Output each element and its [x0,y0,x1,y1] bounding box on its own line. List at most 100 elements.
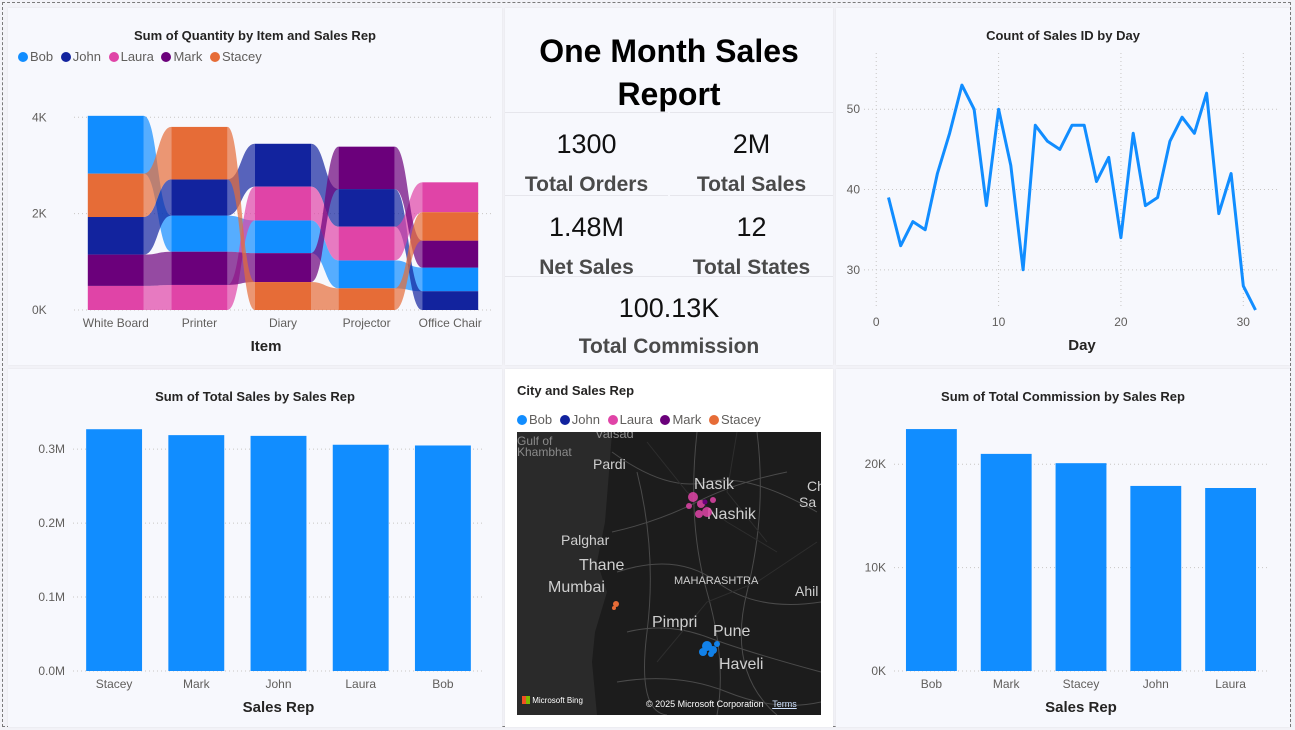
bar-bob [414,445,471,671]
map-terms-link[interactable]: Terms [772,699,797,709]
bar-segment-stacey [422,212,479,241]
bar-john [1130,485,1182,671]
map-copyright: © 2025 Microsoft Corporation Terms [646,699,797,709]
sales-bar-chart-tile[interactable]: Sum of Total Sales by Sales Rep 0.0M 0.1M… [8,369,502,727]
x-tick-label: John [265,677,291,691]
commission-bar-chart-plot: 0K 10K 20K Bob Mark Stacey John Laura Sales Rep [865,429,1268,716]
series-line-count-of-sales-id [887,83,1257,311]
x-tick-label: Laura [345,677,376,691]
total-commission-label: Total Commission [578,335,760,358]
bing-logo-icon [522,696,530,704]
card-total-states[interactable]: 12 Total States [670,195,833,287]
map-bubble-mumbai [612,601,619,610]
card-total-commission[interactable]: 100.13K Total Commission [505,276,833,365]
map-data-points [612,492,720,657]
bar-segment-john [338,189,395,227]
map-canvas[interactable]: Valsad Gulf of Khambhat Pardi Nasik Nash… [517,432,821,715]
y-tick-label: 20K [865,457,886,471]
ribbon-chart-tile[interactable]: Sum of Quantity by Item and Sales Rep Bo… [8,8,502,365]
x-tick-label: Bob [921,677,943,691]
bar-segment-laura [87,285,144,310]
x-tick-label: 10 [992,315,1006,329]
total-sales-value: 2M [732,129,771,159]
map-legend: Bob John Laura Mark Stacey [517,412,765,427]
y-tick-label: 10K [865,561,886,575]
line-chart-plot: 30 40 50 0 10 20 30 Day [847,53,1280,354]
bar-laura [332,444,389,671]
y-tick-label: 0.1M [38,590,65,604]
bar-segment-bob [255,220,311,254]
map-title: City and Sales Rep [517,383,635,398]
bar-segment-john [87,217,144,255]
card-total-orders[interactable]: 1300 Total Orders [505,112,668,204]
bar-stacey [86,429,143,671]
legend-item-stacey[interactable]: Stacey [708,412,761,427]
bar-segment-mark [338,146,395,190]
y-tick-label: 30 [847,263,861,277]
x-tick-label: Mark [183,677,211,691]
legend-item-mark[interactable]: Mark [660,412,701,427]
legend-item-bob[interactable]: Bob [517,412,552,427]
commission-bar-chart-tile[interactable]: Sum of Total Commission by Sales Rep 0K 1… [836,369,1290,727]
bar-segment-stacey [87,173,144,218]
bar-segment-laura [255,186,311,221]
x-tick-label: Laura [1215,677,1246,691]
bar-segment-mark [87,254,144,286]
x-tick-label: John [1143,677,1169,691]
y-tick-label: 0.0M [38,664,65,678]
ribbon-laura [143,284,172,310]
total-sales-label: Total Sales [696,173,807,196]
x-tick-label: Projector [343,316,391,330]
x-tick-label: Stacey [96,677,133,691]
net-sales-value: 1.48M [548,212,625,242]
y-tick-label: 0K [871,664,886,678]
bar-segment-mark [255,253,311,283]
bar-segment-mark [171,251,228,285]
card-net-sales[interactable]: 1.48M Net Sales [505,195,668,287]
x-tick-label: Diary [269,316,297,330]
legend-item-laura[interactable]: Laura [607,412,653,427]
x-axis-title: Item [251,338,282,355]
total-orders-label: Total Orders [524,173,649,196]
bar-segment-stacey [255,282,311,310]
bar-laura [1205,488,1257,671]
x-tick-label: Stacey [1063,677,1100,691]
bar-segment-mark [422,240,479,268]
legend-dot-icon [517,415,527,425]
sales-bar-chart-plot: 0.0M 0.1M 0.2M 0.3M Stacey Mark John Laura Bob Sa… [38,429,484,716]
x-axis-title: Sales Rep [243,699,315,716]
bar-segment-bob [422,267,479,292]
bar-segment-laura [338,226,395,261]
y-tick-label: 0.3M [38,442,65,456]
x-tick-label: 30 [1237,315,1251,329]
y-tick-label: 50 [847,102,861,116]
x-tick-label: White Board [83,316,149,330]
y-tick-label: 40 [847,183,861,197]
total-commission-value: 100.13K [618,293,720,323]
legend-dot-icon [607,415,618,425]
line-chart-tile[interactable]: Count of Sales ID by Day 30 40 50 0 10 20 30 Da… [836,8,1290,365]
total-orders-value: 1300 [556,129,617,159]
report-title: One Month Sales Report [539,33,799,112]
bar-stacey [1055,463,1107,671]
x-tick-label: 0 [873,315,880,329]
x-axis-title: Day [1068,337,1096,354]
x-tick-label: Bob [432,677,454,691]
bar-segment-john [255,143,311,187]
legend-item-john[interactable]: John [559,412,600,427]
bar-segment-laura [422,182,479,213]
bar-john [250,435,307,671]
x-tick-label: Office Chair [419,316,482,330]
card-total-sales[interactable]: 2M Total Sales [670,112,833,204]
map-bubble-nashik [686,492,716,518]
map-bubble-pune [699,641,720,657]
ribbon-mark [143,251,172,286]
bar-segment-laura [171,284,228,310]
bar-segment-bob [338,260,395,289]
bar-segment-bob [87,115,144,174]
bar-segment-bob [171,215,228,252]
x-tick-label: Mark [993,677,1021,691]
bar-segment-john [171,179,228,216]
y-tick-label: 2K [32,207,47,221]
y-tick-label: 4K [32,110,47,124]
